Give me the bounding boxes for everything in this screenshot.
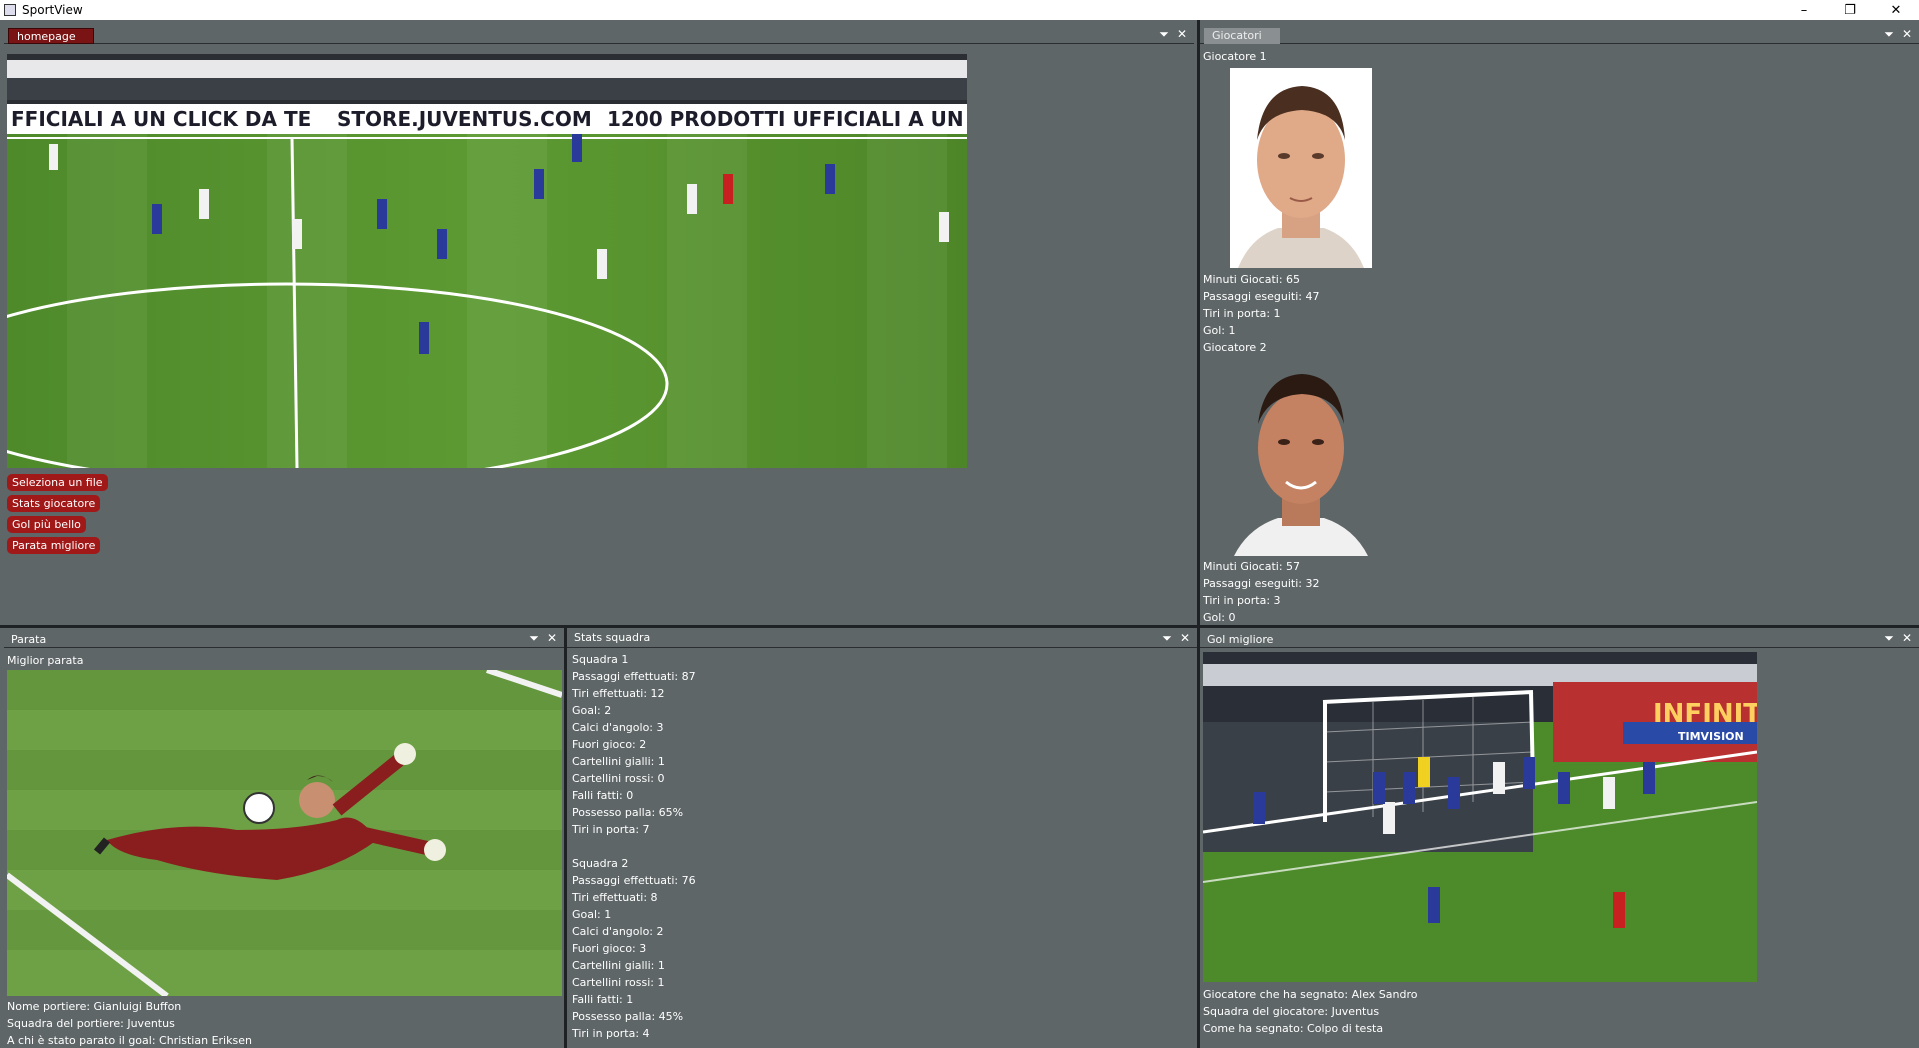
team1-stats: Squadra 1 Passaggi effettuati: 87 Tiri e…	[572, 651, 696, 838]
ad-text-2: TIMVISION	[1678, 730, 1744, 743]
player1-photo	[1230, 68, 1372, 268]
dock-menu-icon[interactable]: ⏷	[1161, 631, 1173, 645]
dock-menu-icon[interactable]: ⏷	[1883, 631, 1895, 645]
banner-text-1: FFICIALI A UN CLICK DA TE	[11, 107, 311, 131]
team1-stat: Fuori gioco: 2	[572, 738, 647, 751]
player2-stat: Tiri in porta: 3	[1203, 594, 1281, 607]
restore-button[interactable]: ❐	[1827, 0, 1873, 20]
player-stats-button[interactable]: Stats giocatore	[7, 495, 101, 512]
parata-pane-header: Parata ⏷ ✕	[4, 628, 564, 648]
homepage-pane: homepage ⏷ ✕ FFICIALI A UN CLICK DA TE S…	[4, 24, 1194, 624]
dock-close-icon[interactable]: ✕	[1901, 631, 1913, 645]
team1-stat: Tiri in porta: 7	[572, 823, 650, 836]
player1-stats: Minuti Giocati: 65 Passaggi eseguiti: 47…	[1203, 271, 1319, 356]
team2-stat: Goal: 1	[572, 908, 612, 921]
select-file-button[interactable]: Seleziona un file	[7, 474, 108, 491]
dock-close-icon[interactable]: ✕	[1179, 631, 1191, 645]
best-save-button[interactable]: Parata migliore	[7, 537, 101, 554]
player1-stat: Passaggi eseguiti: 47	[1203, 290, 1320, 303]
gol-migliore-pane: Gol migliore ⏷ ✕ INFINITE C TIMVISION	[1200, 628, 1919, 1048]
tab-parata[interactable]: Parata	[8, 632, 54, 648]
team2-stats: Squadra 2 Passaggi effettuati: 76 Tiri e…	[572, 855, 696, 1042]
goal-method: Come ha segnato: Colpo di testa	[1203, 1022, 1384, 1035]
team1-stat: Possesso palla: 65%	[572, 806, 684, 819]
dock-menu-icon[interactable]: ⏷	[1158, 27, 1170, 41]
team2-stat: Fuori gioco: 3	[572, 942, 647, 955]
team1-stat: Tiri effettuati: 12	[572, 687, 665, 700]
banner-text-2: STORE.JUVENTUS.COM	[337, 107, 592, 131]
player2-stat: Gol: 0	[1203, 611, 1236, 624]
match-video-image: FFICIALI A UN CLICK DA TE STORE.JUVENTUS…	[7, 54, 967, 468]
match-video-frame[interactable]: FFICIALI A UN CLICK DA TE STORE.JUVENTUS…	[7, 54, 967, 468]
player2-stat: Passaggi eseguiti: 32	[1203, 577, 1320, 590]
dock-menu-icon[interactable]: ⏷	[528, 631, 540, 645]
team2-stat: Squadra 2	[572, 857, 629, 870]
best-goal-photo: INFINITE C TIMVISION	[1202, 652, 1807, 982]
team2-stat: Calci d'angolo: 2	[572, 925, 664, 938]
giocatori-pane: Giocatori ⏷ ✕ Giocatore 1 Minuti Giocati…	[1200, 24, 1919, 624]
best-goal-info: Giocatore che ha segnato: Alex Sandro Sq…	[1203, 986, 1417, 1037]
goalkeeper-team: Squadra del portiere: Juventus	[7, 1017, 175, 1030]
scorer-name: Giocatore che ha segnato: Alex Sandro	[1203, 988, 1418, 1001]
tab-homepage[interactable]: homepage	[8, 28, 94, 44]
player2-label: Giocatore 2	[1203, 341, 1267, 354]
scorer-team: Squadra del giocatore: Juventus	[1203, 1005, 1380, 1018]
player2-photo	[1230, 356, 1372, 556]
team2-stat: Possesso palla: 45%	[572, 1010, 684, 1023]
dock-close-icon[interactable]: ✕	[1901, 27, 1913, 41]
close-window-button[interactable]: ✕	[1873, 0, 1919, 20]
dock-close-icon[interactable]: ✕	[546, 631, 558, 645]
banner-text-3: 1200 PRODOTTI UFFICIALI A UN CLICK DA T	[607, 107, 967, 131]
giocatori-pane-header: Giocatori ⏷ ✕	[1200, 24, 1919, 44]
team1-stat: Cartellini gialli: 1	[572, 755, 665, 768]
gol-migliore-pane-header: Gol migliore ⏷ ✕	[1200, 628, 1919, 648]
dock-menu-icon[interactable]: ⏷	[1883, 27, 1895, 41]
homepage-pane-header: homepage ⏷ ✕	[4, 24, 1194, 44]
app-body: homepage ⏷ ✕ FFICIALI A UN CLICK DA TE S…	[0, 20, 1919, 1048]
stats-squadra-pane: Stats squadra ⏷ ✕ Squadra 1 Passaggi eff…	[567, 628, 1197, 1048]
player2-stat: Minuti Giocati: 57	[1203, 560, 1301, 573]
parata-pane: Parata ⏷ ✕ Miglior parata Nome portiere:…	[4, 628, 564, 1048]
team1-stat: Calci d'angolo: 3	[572, 721, 664, 734]
team2-stat: Tiri effettuati: 8	[572, 891, 658, 904]
team2-stat: Cartellini gialli: 1	[572, 959, 665, 972]
tab-stats-squadra[interactable]: Stats squadra	[571, 630, 658, 646]
team2-stat: Falli fatti: 1	[572, 993, 634, 1006]
player1-stat: Tiri in porta: 1	[1203, 307, 1281, 320]
homepage-button-group: Seleziona un file Stats giocatore Gol pi…	[7, 474, 108, 558]
team2-stat: Cartellini rossi: 1	[572, 976, 665, 989]
best-goal-button[interactable]: Gol più bello	[7, 516, 86, 533]
team1-stat: Passaggi effettuati: 87	[572, 670, 696, 683]
best-save-photo	[5, 667, 563, 999]
team1-stat: Squadra 1	[572, 653, 629, 666]
team1-stat: Cartellini rossi: 0	[572, 772, 665, 785]
player2-stats: Minuti Giocati: 57 Passaggi eseguiti: 32…	[1203, 558, 1319, 626]
minimize-button[interactable]: –	[1781, 0, 1827, 20]
player1-label: Giocatore 1	[1203, 50, 1267, 63]
goalkeeper-name: Nome portiere: Gianluigi Buffon	[7, 1000, 182, 1013]
best-save-info: Nome portiere: Gianluigi Buffon Squadra …	[7, 998, 252, 1048]
stats-squadra-pane-header: Stats squadra ⏷ ✕	[567, 628, 1197, 648]
tab-gol-migliore[interactable]: Gol migliore	[1204, 632, 1281, 648]
team1-stat: Goal: 2	[572, 704, 612, 717]
app-icon	[4, 4, 16, 16]
window-title: SportView	[22, 3, 83, 17]
dock-close-icon[interactable]: ✕	[1176, 27, 1188, 41]
window-titlebar: SportView – ❐ ✕	[0, 0, 1919, 20]
player1-stat: Gol: 1	[1203, 324, 1236, 337]
saved-against: A chi è stato parato il goal: Christian …	[7, 1034, 252, 1047]
tab-giocatori[interactable]: Giocatori	[1204, 28, 1280, 44]
ad-text: INFINITE C	[1653, 699, 1757, 729]
best-save-heading: Miglior parata	[7, 654, 84, 667]
player1-stat: Minuti Giocati: 65	[1203, 273, 1301, 286]
team2-stat: Tiri in porta: 4	[572, 1027, 650, 1040]
team2-stat: Passaggi effettuati: 76	[572, 874, 696, 887]
team1-stat: Falli fatti: 0	[572, 789, 634, 802]
